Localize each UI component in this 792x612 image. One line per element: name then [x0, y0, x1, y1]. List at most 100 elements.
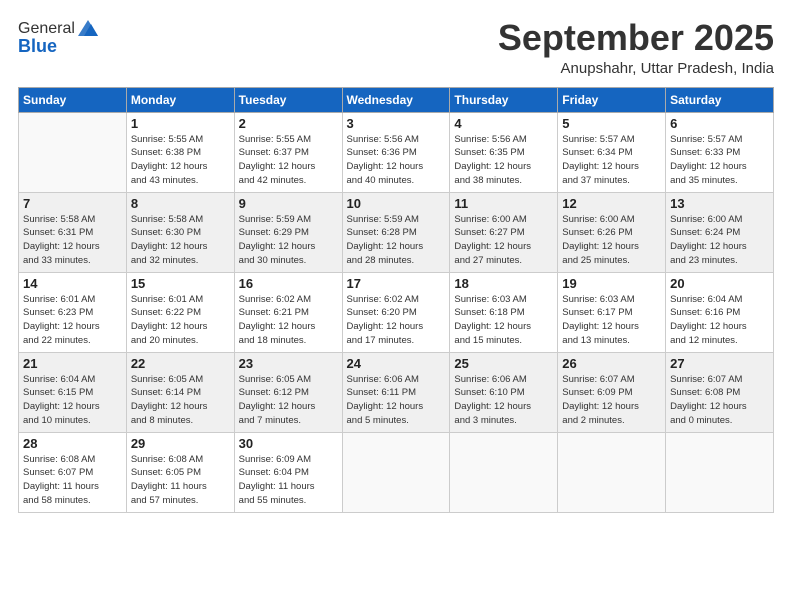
- day-number: 3: [347, 116, 446, 131]
- calendar: SundayMondayTuesdayWednesdayThursdayFrid…: [18, 87, 774, 513]
- header-wednesday: Wednesday: [342, 87, 450, 112]
- day-number: 26: [562, 356, 661, 371]
- header: General Blue September 2025 Anupshahr, U…: [18, 18, 774, 77]
- day-number: 4: [454, 116, 553, 131]
- day-info: Sunrise: 6:04 AM Sunset: 6:15 PM Dayligh…: [23, 373, 122, 428]
- calendar-cell: 28Sunrise: 6:08 AM Sunset: 6:07 PM Dayli…: [19, 432, 127, 512]
- calendar-cell: 23 Sunrise: 6:05 AM Sunset: 6:12 PM Dayli…: [234, 352, 342, 432]
- day-info: Sunrise: 6:05 AM Sunset: 6:12 PM Dayligh…: [239, 373, 338, 428]
- day-info: Sunrise: 6:00 AM Sunset: 6:24 PM Dayligh…: [670, 213, 769, 268]
- day-number: 21: [23, 356, 122, 371]
- day-number: 8: [131, 196, 230, 211]
- day-info: Sunrise: 6:07 AM Sunset: 6:08 PM Dayligh…: [670, 373, 769, 428]
- calendar-week-row: 21 Sunrise: 6:04 AM Sunset: 6:15 PM Dayli…: [19, 352, 774, 432]
- calendar-week-row: 14 Sunrise: 6:01 AM Sunset: 6:23 PM Dayli…: [19, 272, 774, 352]
- calendar-cell: [558, 432, 666, 512]
- day-number: 11: [454, 196, 553, 211]
- header-friday: Friday: [558, 87, 666, 112]
- calendar-header-row: SundayMondayTuesdayWednesdayThursdayFrid…: [19, 87, 774, 112]
- day-number: 23: [239, 356, 338, 371]
- calendar-cell: [19, 112, 127, 192]
- day-info: Sunrise: 5:55 AM Sunset: 6:37 PM Dayligh…: [239, 133, 338, 188]
- day-number: 16: [239, 276, 338, 291]
- day-info: Sunrise: 6:00 AM Sunset: 6:27 PM Dayligh…: [454, 213, 553, 268]
- calendar-cell: 27 Sunrise: 6:07 AM Sunset: 6:08 PM Dayli…: [666, 352, 774, 432]
- day-info: Sunrise: 6:03 AM Sunset: 6:18 PM Dayligh…: [454, 293, 553, 348]
- calendar-cell: [450, 432, 558, 512]
- day-info: Sunrise: 5:58 AM Sunset: 6:30 PM Dayligh…: [131, 213, 230, 268]
- day-info: Sunrise: 5:56 AM Sunset: 6:35 PM Dayligh…: [454, 133, 553, 188]
- day-number: 14: [23, 276, 122, 291]
- day-number: 13: [670, 196, 769, 211]
- calendar-cell: 29 Sunrise: 6:08 AM Sunset: 6:05 PM Dayli…: [126, 432, 234, 512]
- day-info: Sunrise: 5:59 AM Sunset: 6:29 PM Dayligh…: [239, 213, 338, 268]
- day-info: Sunrise: 6:02 AM Sunset: 6:20 PM Dayligh…: [347, 293, 446, 348]
- day-info: Sunrise: 5:58 AM Sunset: 6:31 PM Dayligh…: [23, 213, 122, 268]
- calendar-cell: 4 Sunrise: 5:56 AM Sunset: 6:35 PM Daylig…: [450, 112, 558, 192]
- day-number: 22: [131, 356, 230, 371]
- day-number: 24: [347, 356, 446, 371]
- day-info: Sunrise: 5:56 AM Sunset: 6:36 PM Dayligh…: [347, 133, 446, 188]
- calendar-cell: 10Sunrise: 5:59 AM Sunset: 6:28 PM Dayli…: [342, 192, 450, 272]
- calendar-cell: 19 Sunrise: 6:03 AM Sunset: 6:17 PM Dayli…: [558, 272, 666, 352]
- calendar-cell: [666, 432, 774, 512]
- day-number: 17: [347, 276, 446, 291]
- logo: General Blue: [18, 18, 98, 57]
- header-tuesday: Tuesday: [234, 87, 342, 112]
- day-info: Sunrise: 6:05 AM Sunset: 6:14 PM Dayligh…: [131, 373, 230, 428]
- calendar-cell: 12 Sunrise: 6:00 AM Sunset: 6:26 PM Dayli…: [558, 192, 666, 272]
- page: General Blue September 2025 Anupshahr, U…: [0, 0, 792, 612]
- day-info: Sunrise: 5:57 AM Sunset: 6:33 PM Dayligh…: [670, 133, 769, 188]
- location: Anupshahr, Uttar Pradesh, India: [498, 60, 774, 77]
- calendar-week-row: 7Sunrise: 5:58 AM Sunset: 6:31 PM Daylig…: [19, 192, 774, 272]
- calendar-cell: 30 Sunrise: 6:09 AM Sunset: 6:04 PM Dayli…: [234, 432, 342, 512]
- day-info: Sunrise: 6:06 AM Sunset: 6:11 PM Dayligh…: [347, 373, 446, 428]
- day-number: 19: [562, 276, 661, 291]
- calendar-week-row: 1Sunrise: 5:55 AM Sunset: 6:38 PM Daylig…: [19, 112, 774, 192]
- calendar-cell: 3 Sunrise: 5:56 AM Sunset: 6:36 PM Daylig…: [342, 112, 450, 192]
- calendar-week-row: 28Sunrise: 6:08 AM Sunset: 6:07 PM Dayli…: [19, 432, 774, 512]
- day-number: 9: [239, 196, 338, 211]
- day-info: Sunrise: 6:09 AM Sunset: 6:04 PM Dayligh…: [239, 453, 338, 508]
- calendar-cell: 7Sunrise: 5:58 AM Sunset: 6:31 PM Daylig…: [19, 192, 127, 272]
- calendar-cell: 1Sunrise: 5:55 AM Sunset: 6:38 PM Daylig…: [126, 112, 234, 192]
- day-number: 10: [347, 196, 446, 211]
- calendar-cell: 26 Sunrise: 6:07 AM Sunset: 6:09 PM Dayli…: [558, 352, 666, 432]
- calendar-cell: 5Sunrise: 5:57 AM Sunset: 6:34 PM Daylig…: [558, 112, 666, 192]
- day-info: Sunrise: 6:06 AM Sunset: 6:10 PM Dayligh…: [454, 373, 553, 428]
- header-sunday: Sunday: [19, 87, 127, 112]
- day-info: Sunrise: 6:08 AM Sunset: 6:05 PM Dayligh…: [131, 453, 230, 508]
- day-number: 29: [131, 436, 230, 451]
- calendar-cell: 11 Sunrise: 6:00 AM Sunset: 6:27 PM Dayli…: [450, 192, 558, 272]
- calendar-cell: 25Sunrise: 6:06 AM Sunset: 6:10 PM Dayli…: [450, 352, 558, 432]
- calendar-cell: 18 Sunrise: 6:03 AM Sunset: 6:18 PM Dayli…: [450, 272, 558, 352]
- day-info: Sunrise: 6:07 AM Sunset: 6:09 PM Dayligh…: [562, 373, 661, 428]
- calendar-cell: 14 Sunrise: 6:01 AM Sunset: 6:23 PM Dayli…: [19, 272, 127, 352]
- calendar-cell: 6 Sunrise: 5:57 AM Sunset: 6:33 PM Daylig…: [666, 112, 774, 192]
- calendar-cell: 24 Sunrise: 6:06 AM Sunset: 6:11 PM Dayli…: [342, 352, 450, 432]
- day-info: Sunrise: 6:08 AM Sunset: 6:07 PM Dayligh…: [23, 453, 122, 508]
- calendar-cell: 8 Sunrise: 5:58 AM Sunset: 6:30 PM Daylig…: [126, 192, 234, 272]
- day-number: 5: [562, 116, 661, 131]
- day-number: 30: [239, 436, 338, 451]
- calendar-cell: 22 Sunrise: 6:05 AM Sunset: 6:14 PM Dayli…: [126, 352, 234, 432]
- day-number: 6: [670, 116, 769, 131]
- month-title: September 2025: [498, 18, 774, 58]
- header-monday: Monday: [126, 87, 234, 112]
- day-info: Sunrise: 6:04 AM Sunset: 6:16 PM Dayligh…: [670, 293, 769, 348]
- day-info: Sunrise: 6:00 AM Sunset: 6:26 PM Dayligh…: [562, 213, 661, 268]
- calendar-cell: 17 Sunrise: 6:02 AM Sunset: 6:20 PM Dayli…: [342, 272, 450, 352]
- calendar-cell: 16 Sunrise: 6:02 AM Sunset: 6:21 PM Dayli…: [234, 272, 342, 352]
- calendar-cell: 20Sunrise: 6:04 AM Sunset: 6:16 PM Dayli…: [666, 272, 774, 352]
- day-number: 2: [239, 116, 338, 131]
- calendar-cell: 9 Sunrise: 5:59 AM Sunset: 6:29 PM Daylig…: [234, 192, 342, 272]
- header-thursday: Thursday: [450, 87, 558, 112]
- day-number: 18: [454, 276, 553, 291]
- day-info: Sunrise: 6:02 AM Sunset: 6:21 PM Dayligh…: [239, 293, 338, 348]
- day-number: 27: [670, 356, 769, 371]
- day-info: Sunrise: 6:01 AM Sunset: 6:23 PM Dayligh…: [23, 293, 122, 348]
- day-number: 1: [131, 116, 230, 131]
- day-number: 12: [562, 196, 661, 211]
- calendar-cell: 13 Sunrise: 6:00 AM Sunset: 6:24 PM Dayli…: [666, 192, 774, 272]
- day-info: Sunrise: 6:03 AM Sunset: 6:17 PM Dayligh…: [562, 293, 661, 348]
